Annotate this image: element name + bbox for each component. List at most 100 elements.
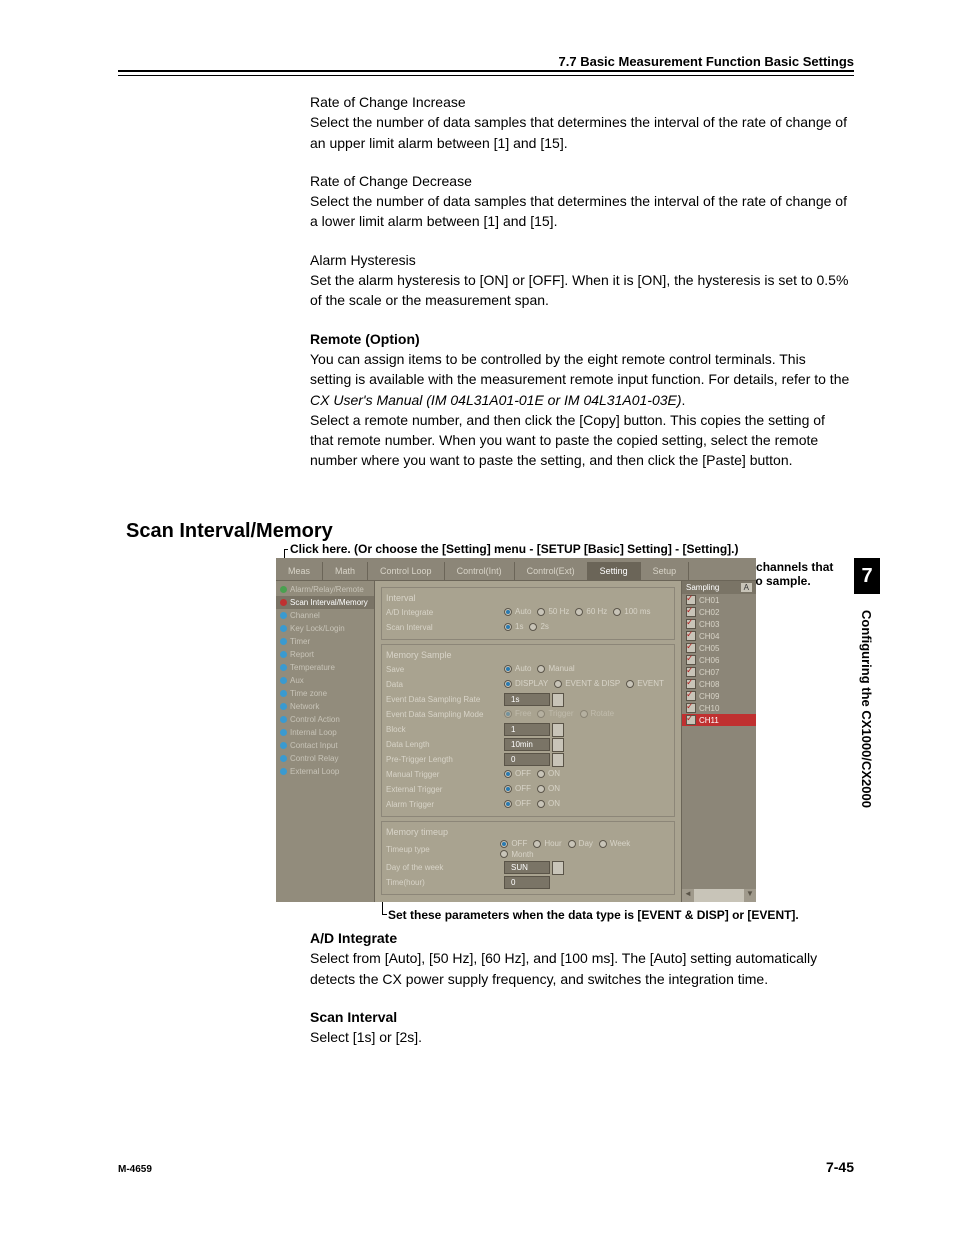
nav-item-internal-loop[interactable]: Internal Loop xyxy=(276,726,374,739)
tab-control-loop[interactable]: Control Loop xyxy=(368,562,445,580)
callout-line xyxy=(284,549,288,550)
bullet-icon xyxy=(280,690,287,697)
ad-integrate-option-50-hz[interactable]: 50 Hz xyxy=(537,607,569,616)
ad-integrate-option-auto[interactable]: Auto xyxy=(504,607,531,616)
nav-item-scan-interval-memory[interactable]: Scan Interval/Memory xyxy=(276,596,374,609)
tab-meas[interactable]: Meas xyxy=(276,562,323,580)
nav-item-report[interactable]: Report xyxy=(276,648,374,661)
save-option-auto[interactable]: Auto xyxy=(504,664,531,673)
nav-item-aux[interactable]: Aux xyxy=(276,674,374,687)
bullet-icon xyxy=(280,638,287,645)
data-option-event[interactable]: EVENT xyxy=(626,679,664,688)
nav-item-time-zone[interactable]: Time zone xyxy=(276,687,374,700)
dow-label: Day of the week xyxy=(386,863,504,872)
timeup-type-option-off[interactable]: OFF xyxy=(500,839,527,848)
timeup-type-label: Timeup type xyxy=(386,845,500,854)
checkbox-icon xyxy=(686,679,696,689)
scrollbar[interactable]: ◄▼ xyxy=(682,889,756,902)
bullet-icon xyxy=(280,677,287,684)
tab-math[interactable]: Math xyxy=(323,562,368,580)
manual-trigger-option-off[interactable]: OFF xyxy=(504,769,531,778)
header-rule xyxy=(118,70,854,76)
tab-strip: MeasMathControl LoopControl(Int)Control(… xyxy=(276,558,756,581)
scroll-right-icon[interactable]: ▼ xyxy=(744,889,756,902)
dropdown-icon[interactable] xyxy=(552,861,564,875)
data-label: Data xyxy=(386,680,504,689)
scan-interval-option-1s[interactable]: 1s xyxy=(504,622,523,631)
edsm-option-trigger: Trigger xyxy=(537,709,573,718)
bullet-icon xyxy=(280,703,287,710)
dow-field[interactable]: SUN xyxy=(504,861,550,874)
data-length-field[interactable]: 10min xyxy=(504,738,550,751)
nav-item-timer[interactable]: Timer xyxy=(276,635,374,648)
nav-item-external-loop[interactable]: External Loop xyxy=(276,765,374,778)
rci-text: Select the number of data samples that d… xyxy=(310,114,847,150)
bullet-icon xyxy=(280,768,287,775)
edsm-option-rotate: Rotate xyxy=(580,709,615,718)
dropdown-icon[interactable] xyxy=(552,753,564,767)
data-option-display[interactable]: DISPLAY xyxy=(504,679,548,688)
external-trigger-option-off[interactable]: OFF xyxy=(504,784,531,793)
dropdown-icon[interactable] xyxy=(552,738,564,752)
timeup-type-option-day[interactable]: Day xyxy=(568,839,593,848)
timeup-title: Memory timeup xyxy=(386,827,670,837)
checkbox-icon xyxy=(686,667,696,677)
nav-item-temperature[interactable]: Temperature xyxy=(276,661,374,674)
sampling-title: Sampling xyxy=(686,583,719,592)
footer-doc-id: M-4659 xyxy=(118,1164,152,1175)
nav-item-key-lock-login[interactable]: Key Lock/Login xyxy=(276,622,374,635)
channel-item-ch11[interactable]: CH11 xyxy=(682,714,756,726)
nav-item-alarm-relay-remote[interactable]: Alarm/Relay/Remote xyxy=(276,583,374,596)
dropdown-icon[interactable] xyxy=(552,693,564,707)
alarm-trigger-option-on[interactable]: ON xyxy=(537,799,560,808)
callout-line xyxy=(382,914,387,915)
radio-icon xyxy=(537,770,545,778)
nav-item-control-action[interactable]: Control Action xyxy=(276,713,374,726)
timeup-type-option-month[interactable]: Month xyxy=(500,850,533,859)
rcd-text: Select the number of data samples that d… xyxy=(310,193,847,229)
scan-interval-option-2s[interactable]: 2s xyxy=(529,622,548,631)
scan-interval-label: Scan Interval xyxy=(386,623,504,632)
remote-heading: Remote (Option) xyxy=(310,331,420,347)
scroll-left-icon[interactable]: ◄ xyxy=(682,889,694,902)
checkbox-icon xyxy=(686,643,696,653)
checkbox-icon xyxy=(686,607,696,617)
nav-item-network[interactable]: Network xyxy=(276,700,374,713)
block-field[interactable]: 1 xyxy=(504,723,550,736)
radio-icon xyxy=(504,785,512,793)
time-hour-field[interactable]: 0 xyxy=(504,876,550,889)
nav-item-channel[interactable]: Channel xyxy=(276,609,374,622)
memory-title: Memory Sample xyxy=(386,650,670,660)
timeup-type-option-hour[interactable]: Hour xyxy=(533,839,561,848)
nav-item-contact-input[interactable]: Contact Input xyxy=(276,739,374,752)
external-trigger-option-on[interactable]: ON xyxy=(537,784,560,793)
save-option-manual[interactable]: Manual xyxy=(537,664,574,673)
time-hour-label: Time(hour) xyxy=(386,878,504,887)
radio-icon xyxy=(529,623,537,631)
chapter-label: Configuring the CX1000/CX2000 xyxy=(859,610,874,808)
block-label: Block xyxy=(386,725,504,734)
tab-setting[interactable]: Setting xyxy=(588,562,641,580)
data-option-event-disp[interactable]: EVENT & DISP xyxy=(554,679,620,688)
dropdown-icon[interactable] xyxy=(552,723,564,737)
radio-icon xyxy=(568,840,576,848)
tab-control-int-[interactable]: Control(Int) xyxy=(445,562,515,580)
tab-setup[interactable]: Setup xyxy=(641,562,690,580)
scan-interval-text: Select [1s] or [2s]. xyxy=(310,1029,422,1045)
footer-page-number: 7-45 xyxy=(826,1159,854,1175)
ad-integrate-text: Select from [Auto], [50 Hz], [60 Hz], an… xyxy=(310,950,817,986)
ad-integrate-option-100-ms[interactable]: 100 ms xyxy=(613,607,650,616)
sampling-a-button[interactable]: A xyxy=(741,583,752,592)
nav-item-control-relay[interactable]: Control Relay xyxy=(276,752,374,765)
tab-control-ext-[interactable]: Control(Ext) xyxy=(515,562,588,580)
settings-screenshot: MeasMathControl LoopControl(Int)Control(… xyxy=(276,558,756,902)
alarm-trigger-option-off[interactable]: OFF xyxy=(504,799,531,808)
bullet-icon xyxy=(280,651,287,658)
pretrigger-field[interactable]: 0 xyxy=(504,753,550,766)
timeup-type-option-week[interactable]: Week xyxy=(599,839,630,848)
manual-trigger-option-on[interactable]: ON xyxy=(537,769,560,778)
radio-icon xyxy=(504,710,512,718)
edsr-field[interactable]: 1s xyxy=(504,693,550,706)
ad-integrate-option-60-hz[interactable]: 60 Hz xyxy=(575,607,607,616)
radio-icon xyxy=(575,608,583,616)
